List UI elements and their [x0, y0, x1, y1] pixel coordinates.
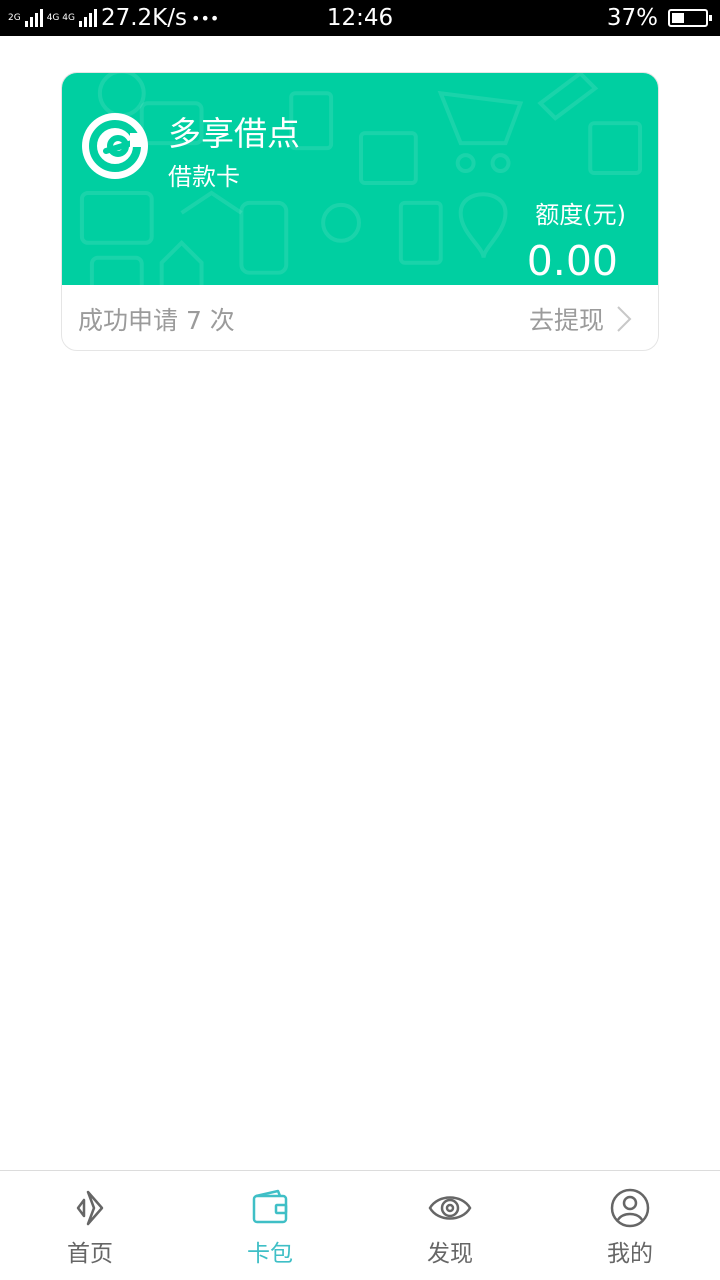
limit-value: 0.00	[526, 237, 618, 285]
withdraw-label: 去提现	[528, 305, 604, 335]
tab-home[interactable]: 首页	[0, 1171, 180, 1280]
app-logo-icon	[82, 113, 148, 179]
tab-wallet[interactable]: 卡包	[180, 1171, 360, 1280]
wallet-icon	[252, 1189, 288, 1224]
card-header: 多享借点 借款卡 额度(元) 0.00	[62, 73, 658, 285]
tab-discover[interactable]: 发现	[360, 1171, 540, 1280]
tab-wallet-label: 卡包	[247, 1241, 293, 1267]
loan-card[interactable]: 多享借点 借款卡 额度(元) 0.00 成功申请 7 次 去提现	[61, 72, 659, 351]
status-time: 12:46	[326, 5, 394, 31]
battery-icon	[668, 9, 712, 27]
battery-fill	[672, 13, 684, 23]
tab-home-label: 首页	[67, 1241, 113, 1267]
limit-label: 额度(元)	[535, 201, 626, 229]
tab-profile-label: 我的	[607, 1241, 653, 1267]
chevron-right-icon	[617, 305, 632, 332]
card-footer: 成功申请 7 次 去提现	[62, 285, 658, 350]
tab-profile[interactable]: 我的	[540, 1171, 720, 1280]
eye-icon	[428, 1196, 472, 1220]
card-name: 多享借点	[168, 114, 300, 153]
status-bar: 2G 4G 4G 27.2K/s ••• 12:46 37%	[0, 0, 720, 36]
user-icon	[610, 1188, 650, 1228]
tab-discover-label: 发现	[427, 1241, 473, 1267]
battery-percent: 37%	[606, 5, 658, 31]
bottom-tab-bar: 首页 卡包 发现 我的	[0, 1170, 720, 1280]
home-icon	[76, 1190, 104, 1226]
apply-count-text: 成功申请 7 次	[78, 305, 235, 335]
withdraw-button[interactable]: 去提现	[529, 301, 632, 337]
status-right: 37%	[606, 0, 712, 36]
card-type: 借款卡	[168, 163, 240, 191]
